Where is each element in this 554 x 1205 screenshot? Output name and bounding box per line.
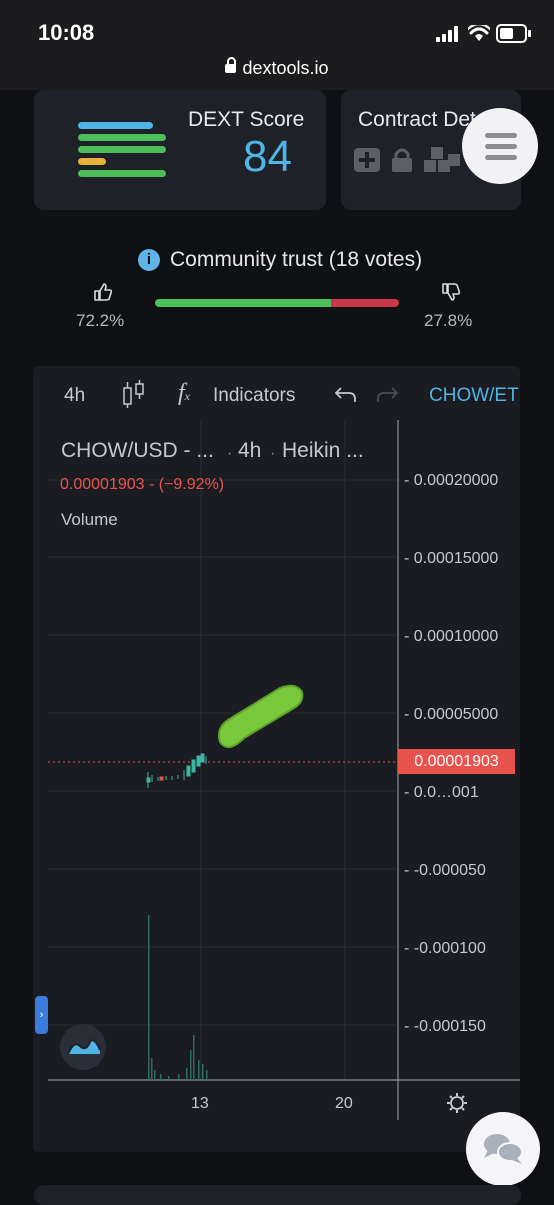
y-tick-label: - 0.00005000 bbox=[404, 706, 499, 723]
collapse-sidebar-tab[interactable]: › bbox=[35, 996, 48, 1034]
plus-icon bbox=[354, 148, 380, 172]
pair-symbol-button[interactable]: CHOW/ETH bbox=[429, 385, 520, 407]
interval-selector[interactable]: 4h bbox=[64, 385, 85, 407]
lock-icon bbox=[225, 57, 237, 73]
url-text: dextools.io bbox=[242, 58, 329, 78]
chart-title-type: Heikin ... bbox=[282, 439, 364, 462]
chart-settings-gear-icon[interactable] bbox=[446, 1092, 468, 1114]
chat-button[interactable] bbox=[466, 1112, 540, 1186]
community-trust-label: Community trust (18 votes) bbox=[170, 248, 423, 271]
community-trust-bar bbox=[155, 299, 399, 307]
hamburger-icon bbox=[485, 133, 517, 138]
x-tick-label: 20 bbox=[335, 1095, 353, 1112]
info-icon[interactable]: i bbox=[138, 249, 160, 271]
upvote-percent: 72.2% bbox=[76, 311, 125, 330]
y-tick-label: - -0.000050 bbox=[404, 862, 486, 879]
volume-bars bbox=[148, 915, 208, 1080]
lock-icon bbox=[392, 148, 412, 172]
chart-title-dot: · bbox=[227, 445, 233, 462]
status-time: 10:08 bbox=[38, 20, 95, 45]
current-price-tag: 0.00001903 bbox=[398, 749, 515, 774]
blocks-icon bbox=[424, 147, 460, 172]
undo-icon[interactable] bbox=[335, 386, 357, 404]
downvote-percent: 27.8% bbox=[424, 311, 473, 330]
y-tick-label: - 0.00015000 bbox=[404, 550, 499, 567]
tradingview-logo[interactable] bbox=[60, 1024, 106, 1070]
drawn-green-marker bbox=[218, 684, 304, 749]
contract-status-icons bbox=[354, 147, 460, 172]
chart-title-interval: 4h bbox=[238, 439, 262, 462]
chat-bubbles-icon bbox=[484, 1134, 523, 1164]
chart-title-dot: · bbox=[270, 445, 276, 462]
indicators-fx-icon[interactable]: fx bbox=[178, 380, 190, 407]
candlestick-style-icon[interactable] bbox=[122, 379, 146, 409]
thumbs-up-icon[interactable] bbox=[93, 282, 113, 302]
dext-score-value: 84 bbox=[243, 132, 292, 181]
y-tick-label: - 0.00010000 bbox=[404, 628, 499, 645]
battery-icon bbox=[496, 24, 531, 43]
y-tick-label: - -0.000150 bbox=[404, 1018, 486, 1035]
thumbs-down-icon[interactable] bbox=[441, 282, 461, 302]
chart-price-change: 0.00001903 - (−9.92%) bbox=[60, 476, 225, 493]
x-tick-label: 13 bbox=[191, 1095, 209, 1112]
dext-score-title: DEXT Score bbox=[188, 108, 305, 131]
candlesticks bbox=[146, 753, 207, 788]
menu-button[interactable] bbox=[462, 108, 538, 184]
address-bar[interactable]: dextools.io bbox=[0, 57, 554, 79]
trust-up-fill bbox=[155, 299, 332, 307]
trust-down-fill bbox=[331, 299, 399, 307]
y-tick-label: - -0.000100 bbox=[404, 940, 486, 957]
y-tick-label: - 0.0…001 bbox=[404, 784, 479, 801]
wifi-icon bbox=[468, 25, 490, 41]
volume-label: Volume bbox=[61, 510, 118, 529]
tradingview-icon bbox=[67, 1039, 101, 1055]
cellular-signal-icon bbox=[436, 26, 458, 42]
bottom-card bbox=[34, 1185, 521, 1205]
y-tick-label: - 0.00020000 bbox=[404, 472, 499, 489]
indicators-button[interactable]: Indicators bbox=[213, 385, 295, 407]
chart-title-pair: CHOW/USD - ... bbox=[61, 439, 214, 462]
dext-score-bars-icon bbox=[78, 122, 166, 177]
redo-icon[interactable] bbox=[376, 386, 398, 404]
